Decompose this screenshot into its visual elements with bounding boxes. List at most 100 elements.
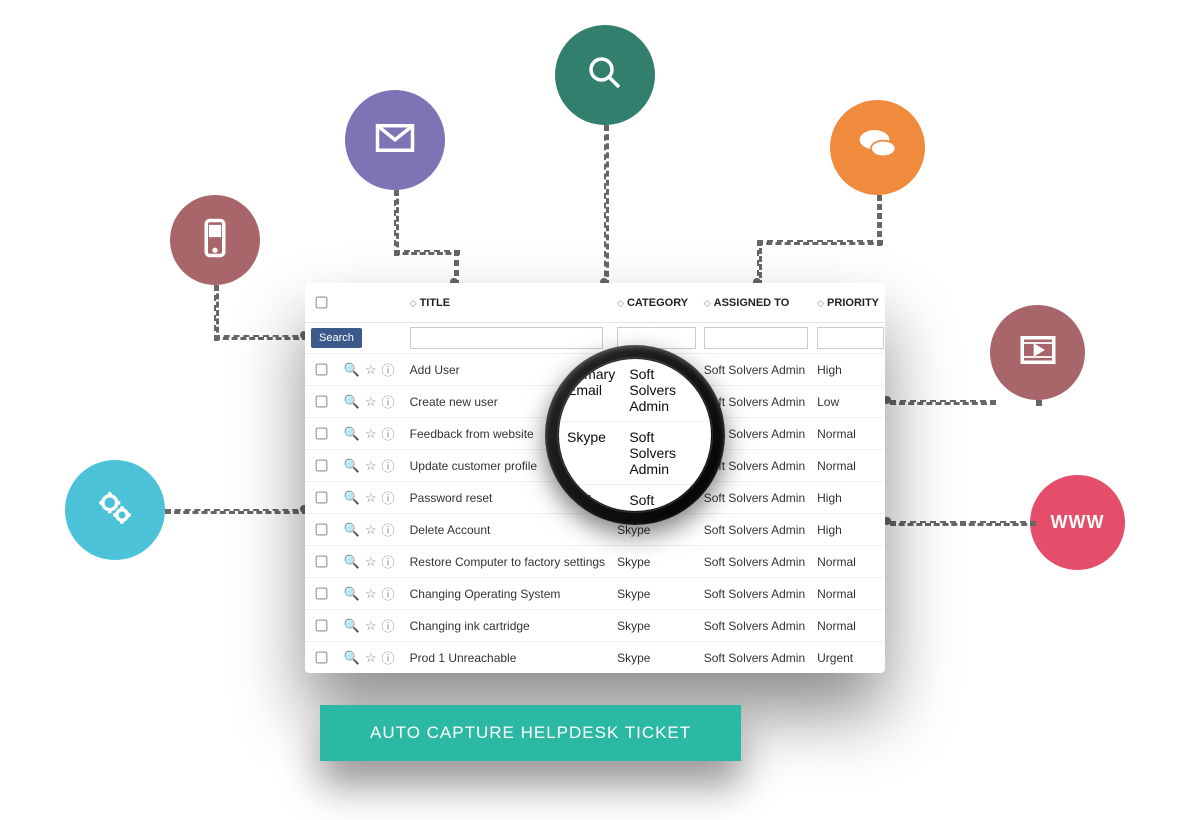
info-icon[interactable]: ⓘ bbox=[381, 456, 394, 475]
row-checkbox[interactable] bbox=[316, 652, 328, 664]
cell-title[interactable]: Changing Operating System bbox=[404, 578, 611, 610]
row-checkbox[interactable] bbox=[316, 492, 328, 504]
table-row: 🔍☆ⓘChanging ink cartridgeSkypeSoft Solve… bbox=[305, 610, 885, 642]
sort-icon[interactable]: ◇ bbox=[617, 298, 624, 308]
view-icon[interactable]: 🔍 bbox=[344, 554, 360, 570]
filter-title-input[interactable] bbox=[410, 327, 604, 349]
cell-title[interactable]: Changing ink cartridge bbox=[404, 610, 611, 642]
cell-assigned: Soft Solvers Admin bbox=[698, 514, 811, 546]
table-row: 🔍☆ⓘDelete AccountSkypeSoft Solvers Admin… bbox=[305, 514, 885, 546]
phone-icon bbox=[194, 217, 236, 264]
row-checkbox[interactable] bbox=[316, 556, 328, 568]
filter-assigned-input[interactable] bbox=[704, 327, 808, 349]
cell-title[interactable]: Prod 1 Unreachable bbox=[404, 642, 611, 674]
table-row: 🔍 ☆ⓘ Prod 1 UnreachableSkypeSoft Solvers A… bbox=[305, 642, 885, 674]
connector bbox=[890, 521, 1036, 526]
star-icon[interactable]: ☆ bbox=[365, 394, 377, 410]
select-all-checkbox[interactable] bbox=[316, 297, 328, 309]
cell-priority: High bbox=[811, 514, 885, 546]
info-icon[interactable]: ⓘ bbox=[381, 616, 394, 635]
channel-chat-bubble bbox=[830, 100, 925, 195]
connector bbox=[394, 190, 399, 256]
connector bbox=[165, 509, 308, 514]
cell-priority: Urgent bbox=[811, 642, 885, 674]
col-title: TITLE bbox=[420, 297, 451, 309]
cell-priority: Normal bbox=[811, 610, 885, 642]
cell-assigned: Soft Solvers Admin bbox=[698, 642, 811, 674]
info-icon[interactable]: ⓘ bbox=[381, 360, 394, 379]
row-checkbox[interactable] bbox=[316, 460, 328, 472]
view-icon[interactable]: 🔍 bbox=[344, 650, 360, 666]
gears-icon bbox=[94, 487, 136, 534]
magnifier-overlay: Primary EmailSoft Solvers AdminSkypeSoft… bbox=[545, 345, 725, 525]
col-category: CATEGORY bbox=[627, 297, 688, 309]
connector bbox=[604, 125, 609, 286]
connector bbox=[890, 400, 996, 405]
info-icon[interactable]: ⓘ bbox=[381, 392, 394, 411]
view-icon[interactable]: 🔍 bbox=[344, 426, 360, 442]
cell-priority: Normal bbox=[811, 418, 885, 450]
channel-video-bubble bbox=[990, 305, 1085, 400]
connector bbox=[757, 240, 883, 245]
cell-category: Skype bbox=[611, 642, 698, 674]
film-icon bbox=[1017, 329, 1059, 376]
connector bbox=[214, 335, 308, 340]
info-icon[interactable]: ⓘ bbox=[381, 552, 394, 571]
info-icon[interactable]: ⓘ bbox=[381, 520, 394, 539]
sort-icon[interactable]: ◇ bbox=[410, 298, 417, 308]
info-icon[interactable]: ⓘ bbox=[381, 488, 394, 507]
info-icon[interactable]: ⓘ bbox=[381, 648, 394, 667]
cell-priority: High bbox=[811, 354, 885, 386]
cell-priority: Low bbox=[811, 386, 885, 418]
cell-priority: Normal bbox=[811, 578, 885, 610]
auto-capture-cta-button[interactable]: AUTO CAPTURE HELPDESK TICKET bbox=[320, 705, 741, 761]
view-icon[interactable]: 🔍 bbox=[344, 586, 360, 602]
email-icon bbox=[374, 117, 416, 164]
channel-phone-bubble bbox=[170, 195, 260, 285]
view-icon[interactable]: 🔍 bbox=[344, 394, 360, 410]
lens-row: CallSoft Solvers Admin bbox=[559, 485, 711, 511]
view-icon[interactable]: 🔍 bbox=[344, 490, 360, 506]
row-checkbox[interactable] bbox=[316, 364, 328, 376]
view-icon[interactable]: 🔍 bbox=[344, 618, 360, 634]
channel-settings-bubble bbox=[65, 460, 165, 560]
row-checkbox[interactable] bbox=[316, 428, 328, 440]
filter-priority-input[interactable] bbox=[817, 327, 884, 349]
info-icon[interactable]: ⓘ bbox=[381, 584, 394, 603]
cell-priority: Normal bbox=[811, 546, 885, 578]
star-icon[interactable]: ☆ bbox=[365, 362, 377, 378]
cell-category: Skype bbox=[611, 546, 698, 578]
sort-icon[interactable]: ◇ bbox=[704, 298, 711, 308]
www-label: WWW bbox=[1051, 512, 1105, 533]
channel-web-bubble: WWW bbox=[1030, 475, 1125, 570]
info-icon[interactable]: ⓘ bbox=[381, 424, 394, 443]
star-icon[interactable]: ☆ bbox=[365, 586, 377, 602]
view-icon[interactable]: 🔍 bbox=[344, 458, 360, 474]
cell-title[interactable]: Delete Account bbox=[404, 514, 611, 546]
view-icon[interactable]: 🔍 bbox=[344, 522, 360, 538]
row-checkbox[interactable] bbox=[316, 588, 328, 600]
col-assigned: ASSIGNED TO bbox=[714, 297, 790, 309]
cell-title[interactable]: Restore Computer to factory settings bbox=[404, 546, 611, 578]
row-checkbox[interactable] bbox=[316, 524, 328, 536]
row-checkbox[interactable] bbox=[316, 396, 328, 408]
star-icon[interactable]: ☆ bbox=[365, 490, 377, 506]
view-icon[interactable]: 🔍 bbox=[344, 362, 360, 378]
star-icon[interactable]: ☆ bbox=[365, 426, 377, 442]
search-button[interactable]: Search bbox=[311, 328, 362, 348]
search-icon bbox=[584, 52, 626, 99]
star-icon[interactable]: ☆ bbox=[365, 458, 377, 474]
table-row: 🔍 ☆ⓘ Restore Computer to factory settingsS… bbox=[305, 546, 885, 578]
star-icon[interactable]: ☆ bbox=[365, 618, 377, 634]
cell-assigned: Soft Solvers Admin bbox=[698, 354, 811, 386]
connector bbox=[214, 285, 219, 341]
lens-row: Primary EmailSoft Solvers Admin bbox=[559, 359, 711, 422]
sort-icon[interactable]: ◇ bbox=[817, 298, 824, 308]
connector bbox=[394, 250, 460, 255]
cell-category: Skype bbox=[611, 578, 698, 610]
row-checkbox[interactable] bbox=[316, 620, 328, 632]
cell-priority: Normal bbox=[811, 450, 885, 482]
star-icon[interactable]: ☆ bbox=[365, 650, 377, 666]
star-icon[interactable]: ☆ bbox=[365, 554, 377, 570]
star-icon[interactable]: ☆ bbox=[365, 522, 377, 538]
